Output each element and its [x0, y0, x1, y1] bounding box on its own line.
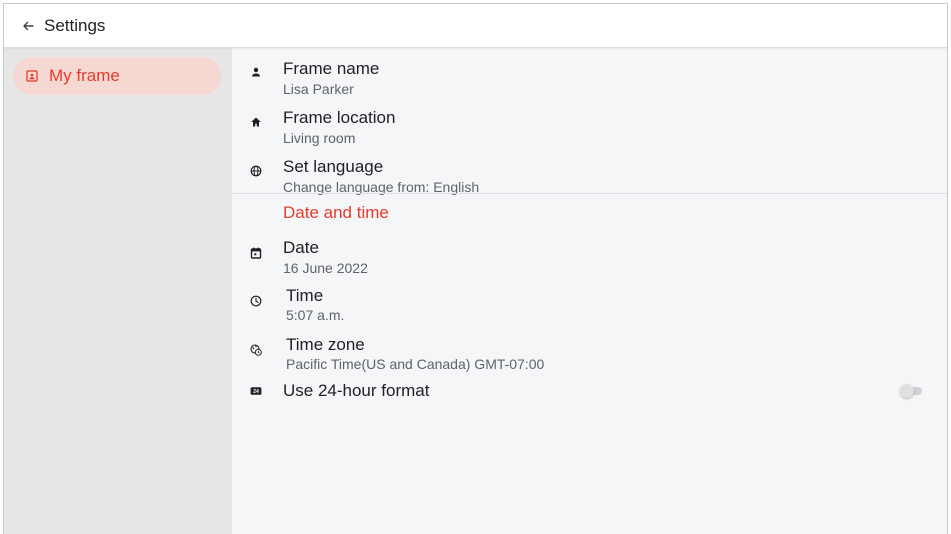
time-setting[interactable]: Time 5:07 a.m. [232, 284, 947, 324]
person-icon [248, 64, 264, 80]
24-hour-format-toggle[interactable] [900, 384, 924, 398]
svg-text:24: 24 [253, 389, 259, 395]
setting-title: Time zone [286, 335, 365, 354]
time-zone-setting[interactable]: Time zone Pacific Time(US and Canada) GM… [232, 333, 947, 373]
page-title: Settings [44, 15, 106, 35]
frame-location-setting[interactable]: Frame location Living room [232, 105, 947, 146]
setting-subtitle: 5:07 a.m. [286, 307, 345, 323]
frame-icon [25, 69, 39, 83]
timezone-icon [248, 342, 264, 358]
setting-subtitle: Pacific Time(US and Canada) GMT-07:00 [286, 356, 545, 372]
globe-icon [248, 163, 264, 179]
sidebar: My frame [4, 48, 232, 534]
sidebar-item-my-frame[interactable]: My frame [13, 57, 221, 95]
arrow-left-icon [23, 21, 34, 30]
date-setting[interactable]: Date 16 June 2022 [232, 236, 947, 276]
section-divider [232, 193, 947, 194]
setting-title: Date [283, 238, 319, 257]
calendar-icon [248, 245, 264, 261]
home-icon [248, 114, 264, 130]
settings-window: Settings My frame Frame name Lisa Parker… [3, 3, 948, 534]
app-header: Settings [4, 4, 947, 48]
hour-format-setting[interactable]: 24 Use 24-hour format [232, 380, 947, 402]
setting-title: Frame location [283, 108, 396, 127]
set-language-setting[interactable]: Set language Change language from: Engli… [232, 154, 947, 195]
setting-title: Frame name [283, 59, 380, 78]
date-time-section-header: Date and time [283, 203, 389, 222]
setting-title: Use 24-hour format [283, 381, 430, 400]
sidebar-item-label: My frame [49, 66, 120, 85]
back-button[interactable] [14, 12, 42, 40]
clock-icon [248, 293, 264, 309]
setting-title: Time [286, 286, 324, 305]
toggle-knob [900, 384, 914, 398]
frame-name-setting[interactable]: Frame name Lisa Parker [232, 56, 947, 97]
setting-subtitle: Lisa Parker [283, 81, 354, 97]
setting-title: Set language [283, 157, 384, 176]
settings-content: Frame name Lisa Parker Frame location Li… [232, 48, 947, 534]
setting-subtitle: 16 June 2022 [283, 260, 368, 276]
hour-24-icon: 24 [248, 383, 264, 399]
setting-subtitle: Living room [283, 130, 356, 146]
